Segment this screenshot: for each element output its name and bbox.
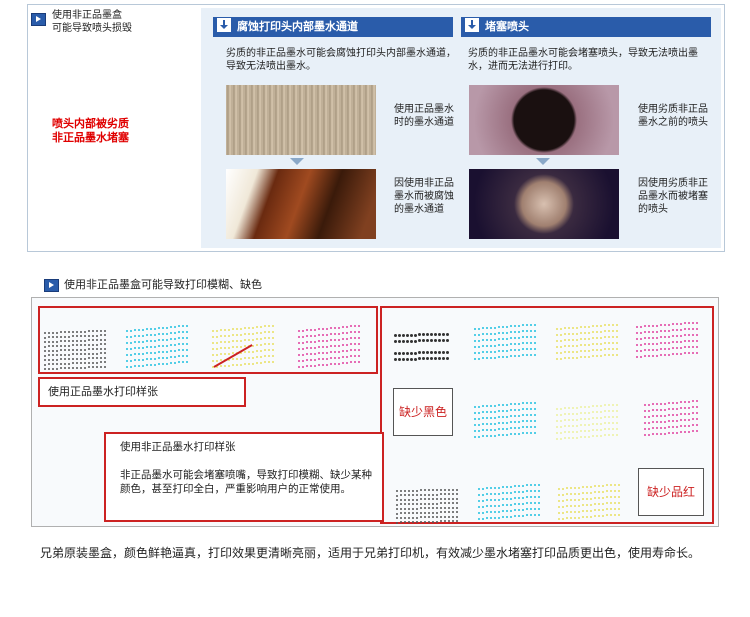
label-fake-sample: 使用非正品墨水打印样张 非正品墨水可能会堵塞喷嘴，导致打印模糊、缺少某种颜色，甚… [104, 432, 384, 522]
down-arrow-2 [536, 158, 550, 165]
col1-cap1: 使用正品墨水时的墨水通道 [394, 104, 454, 128]
footer-text: 兄弟原装墨盒，颜色鲜艳逼真，打印效果更清晰亮丽，适用于兄弟打印机，有效减少墨水堵… [40, 546, 701, 560]
photo-genuine-channel [226, 85, 376, 155]
photo-corroded-channel [226, 169, 376, 239]
label-missing-magenta: 缺少品红 [638, 468, 704, 516]
photo-nozzle-before [469, 85, 619, 155]
down-arrow-1 [290, 158, 304, 165]
red-caption: 喷头内部被劣质 非正品墨水堵塞 [52, 117, 129, 144]
download-icon [217, 18, 231, 32]
download-icon [465, 18, 479, 32]
print-samples-panel: 使用正品墨水打印样张 使用非正品墨水打印样张 非正品墨水可能会堵塞喷嘴，导致打印… [31, 297, 719, 527]
col2-header: 堵塞喷头 [461, 17, 711, 37]
col1-header: 腐蚀打印头内部墨水通道 [213, 17, 453, 37]
photo-nozzle-clogged [469, 169, 619, 239]
arrow-icon [31, 13, 46, 26]
col1-desc: 劣质的非正品墨水可能会腐蚀打印头内部墨水通道，导致无法喷出墨水。 [226, 48, 456, 72]
col2-desc: 劣质的非正品墨水可能会堵塞喷头，导致无法喷出墨水，进而无法进行打印。 [468, 48, 698, 72]
label-genuine-sample: 使用正品墨水打印样张 [38, 377, 246, 407]
label-missing-black: 缺少黑色 [393, 388, 453, 436]
arrow-icon [44, 279, 59, 292]
col2-cap1: 使用劣质非正品墨水之前的喷头 [638, 104, 708, 128]
panel2-heading: 使用非正品墨盒可能导致打印模糊、缺色 [64, 278, 262, 291]
col1-cap2: 因使用非正品墨水而被腐蚀的墨水通道 [394, 178, 454, 215]
col2-cap2: 因使用劣质非正品墨水而被堵塞的喷头 [638, 178, 708, 215]
side-caption: 使用非正品墨盒 可能导致喷头损毁 [52, 10, 132, 34]
panel-nozzle-damage: 使用非正品墨盒 可能导致喷头损毁 喷头内部被劣质 非正品墨水堵塞 腐蚀打印头内部… [27, 4, 725, 252]
